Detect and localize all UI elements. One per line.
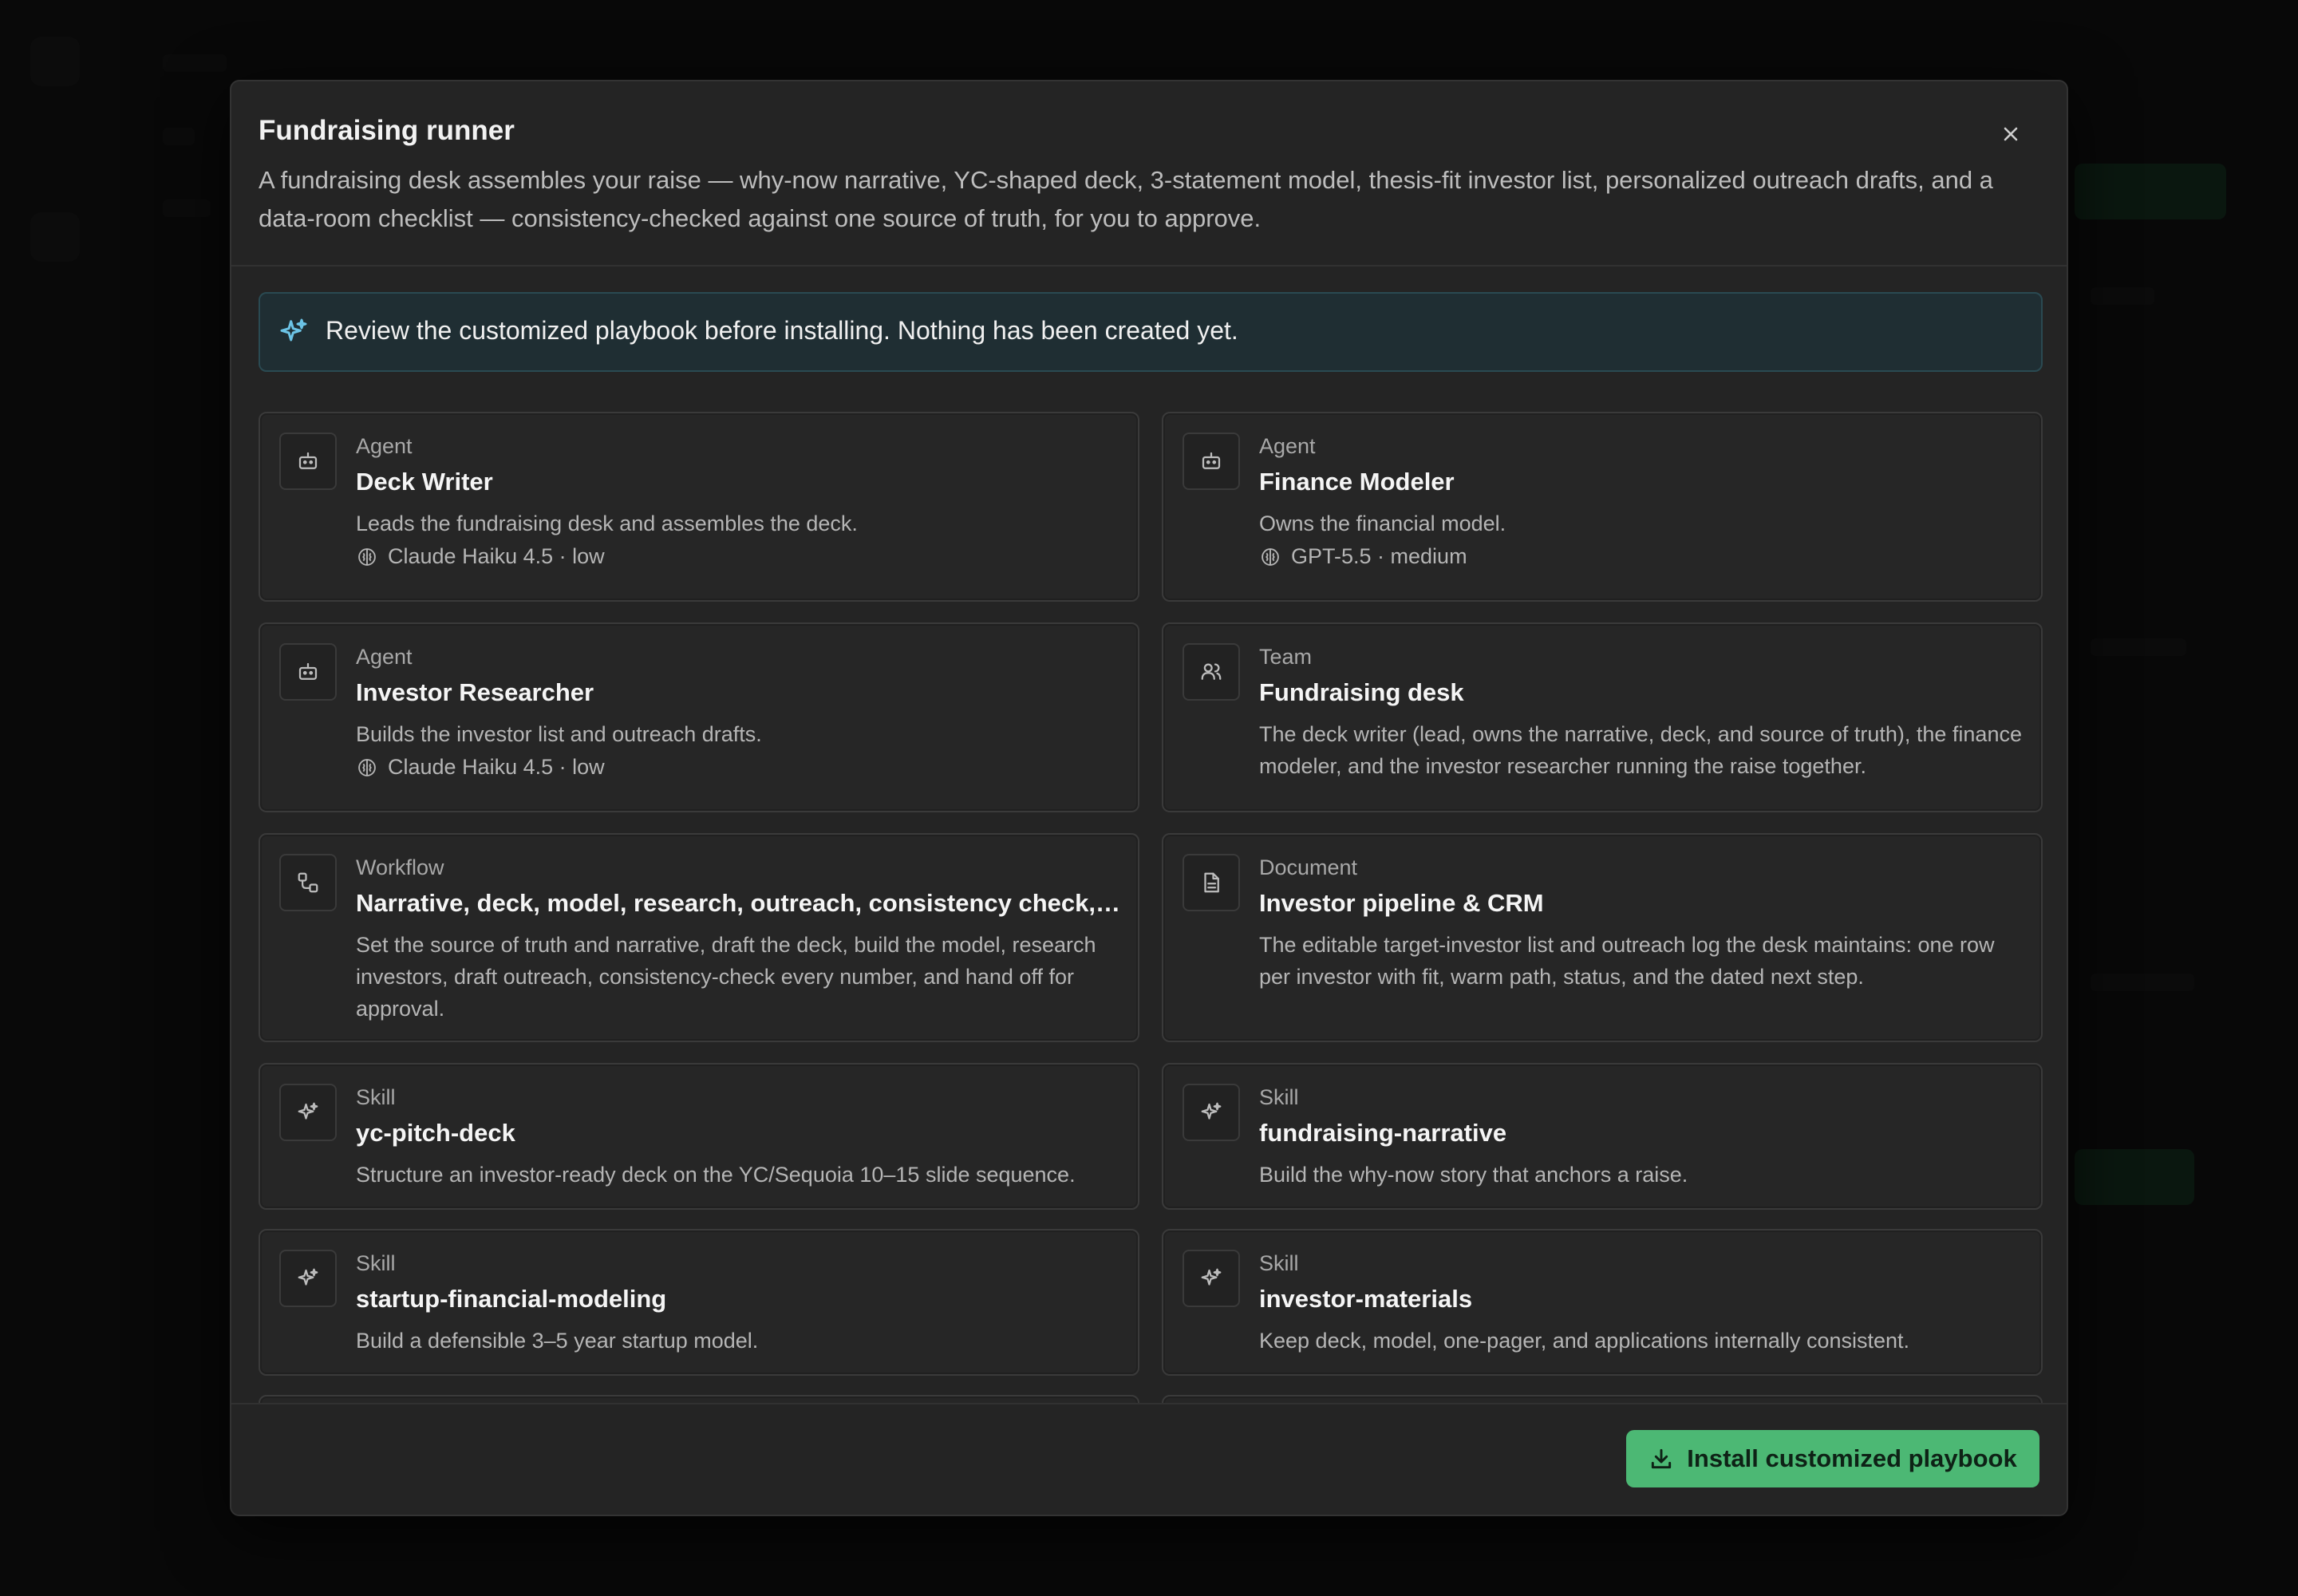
card-type: Skill bbox=[356, 1251, 396, 1275]
card-name: investor-materials bbox=[1259, 1285, 1473, 1313]
card-type: Agent bbox=[1259, 434, 1316, 458]
sparkle-icon bbox=[1183, 1250, 1240, 1307]
close-icon bbox=[2004, 127, 2018, 141]
card-investor-pipeline[interactable]: Document Investor pipeline & CRM The edi… bbox=[1162, 833, 2043, 1042]
users-icon bbox=[1183, 643, 1240, 701]
card-finance-modeler[interactable]: Agent Finance Modeler Owns the financial… bbox=[1162, 412, 2043, 602]
card-description: Build a defensible 3–5 year startup mode… bbox=[356, 1329, 759, 1353]
card-description: Keep deck, model, one-pager, and applica… bbox=[1259, 1329, 1910, 1353]
card-skill-fundraising-narrative[interactable]: Skill fundraising-narrative Build the wh… bbox=[1162, 1063, 2043, 1210]
card-skill-startup-financial-modeling[interactable]: Skill startup-financial-modeling Build a… bbox=[259, 1229, 1139, 1376]
modal-title: Fundraising runner bbox=[259, 115, 515, 146]
card-name: Narrative, deck, model, research, outrea… bbox=[356, 889, 1127, 917]
model-label: Claude Haiku 4.5 · low bbox=[388, 755, 605, 779]
close-button[interactable] bbox=[1993, 117, 2028, 152]
card-name: fundraising-narrative bbox=[1259, 1119, 1507, 1147]
brain-icon bbox=[358, 758, 376, 776]
card-description: The editable target-investor list and ou… bbox=[1259, 933, 1995, 989]
card-description: Owns the financial model. bbox=[1259, 512, 1506, 535]
document-icon bbox=[1183, 854, 1240, 911]
card-name: Deck Writer bbox=[356, 468, 493, 496]
card-description: Leads the fundraising desk and assembles… bbox=[356, 512, 858, 535]
card-skill-investor-materials[interactable]: Skill investor-materials Keep deck, mode… bbox=[1162, 1229, 2043, 1376]
card-name: Investor Researcher bbox=[356, 678, 594, 706]
sparkle-icon bbox=[279, 1084, 337, 1141]
card-description: Structure an investor-ready deck on the … bbox=[356, 1163, 1076, 1187]
card-name: Finance Modeler bbox=[1259, 468, 1455, 496]
bot-icon bbox=[279, 643, 337, 701]
modal-body[interactable]: Review the customized playbook before in… bbox=[231, 267, 2067, 1487]
card-description: Build the why-now story that anchors a r… bbox=[1259, 1163, 1688, 1187]
card-description: Builds the investor list and outreach dr… bbox=[356, 722, 762, 746]
brain-icon bbox=[1262, 547, 1279, 566]
playbook-modal: Fundraising runner A fundraising desk as… bbox=[230, 80, 2068, 1516]
download-icon bbox=[1652, 1448, 1672, 1469]
bot-icon bbox=[1183, 433, 1240, 490]
card-name: yc-pitch-deck bbox=[356, 1119, 515, 1147]
modal-footer: Install customized playbook bbox=[231, 1403, 2067, 1515]
brain-icon bbox=[358, 547, 376, 566]
card-type: Skill bbox=[1259, 1251, 1299, 1275]
sparkle-icon bbox=[1183, 1084, 1240, 1141]
card-type: Document bbox=[1259, 855, 1358, 879]
modal-header: Fundraising runner A fundraising desk as… bbox=[231, 81, 2067, 267]
card-model: Claude Haiku 4.5 · low bbox=[356, 755, 605, 780]
bot-icon bbox=[279, 433, 337, 490]
model-label: GPT-5.5 · medium bbox=[1291, 544, 1467, 568]
sparkle-icon bbox=[279, 1250, 337, 1307]
sparkle-icon bbox=[280, 318, 307, 342]
card-name: startup-financial-modeling bbox=[356, 1285, 667, 1313]
card-type: Skill bbox=[356, 1085, 396, 1109]
card-skill-yc-pitch-deck[interactable]: Skill yc-pitch-deck Structure an investo… bbox=[259, 1063, 1139, 1210]
card-model: GPT-5.5 · medium bbox=[1259, 544, 1467, 569]
card-description: Set the source of truth and narrative, d… bbox=[356, 933, 1096, 1021]
card-description: The deck writer (lead, owns the narrativ… bbox=[1259, 722, 2022, 778]
card-type: Agent bbox=[356, 645, 413, 669]
card-name: Fundraising desk bbox=[1259, 678, 1464, 706]
model-label: Claude Haiku 4.5 · low bbox=[388, 544, 605, 568]
card-investor-researcher[interactable]: Agent Investor Researcher Builds the inv… bbox=[259, 622, 1139, 812]
modal-description: A fundraising desk assembles your raise … bbox=[259, 166, 1993, 232]
workflow-icon bbox=[279, 854, 337, 911]
card-fundraising-desk[interactable]: Team Fundraising desk The deck writer (l… bbox=[1162, 622, 2043, 812]
card-workflow[interactable]: Workflow Narrative, deck, model, researc… bbox=[259, 833, 1139, 1042]
install-playbook-button[interactable]: Install customized playbook bbox=[1626, 1430, 2039, 1487]
install-label: Install customized playbook bbox=[1687, 1444, 2017, 1472]
notice-text: Review the customized playbook before in… bbox=[326, 316, 1238, 345]
card-name: Investor pipeline & CRM bbox=[1259, 889, 1544, 917]
card-model: Claude Haiku 4.5 · low bbox=[356, 544, 605, 569]
review-notice: Review the customized playbook before in… bbox=[259, 292, 2043, 372]
card-type: Workflow bbox=[356, 855, 444, 879]
card-type: Agent bbox=[356, 434, 413, 458]
card-deck-writer[interactable]: Agent Deck Writer Leads the fundraising … bbox=[259, 412, 1139, 602]
card-type: Skill bbox=[1259, 1085, 1299, 1109]
card-type: Team bbox=[1259, 645, 1313, 669]
